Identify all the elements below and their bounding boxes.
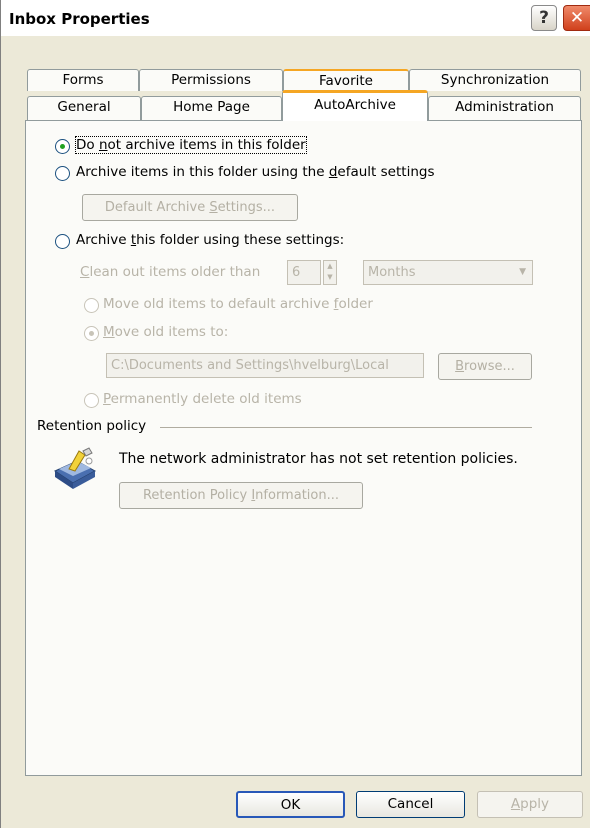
apply-button[interactable]: Apply bbox=[477, 791, 583, 818]
chevron-down-icon: ▼ bbox=[519, 267, 526, 277]
label-default-settings[interactable]: Archive items in this folder using the d… bbox=[76, 164, 434, 180]
close-icon: ✕ bbox=[569, 8, 585, 28]
radio-no-archive[interactable] bbox=[55, 139, 70, 154]
label-custom-settings[interactable]: Archive this folder using these settings… bbox=[76, 232, 344, 248]
tab-favorite[interactable]: Favorite bbox=[283, 69, 409, 91]
label-move-default-folder: Move old items to default archive folder bbox=[103, 296, 373, 312]
archive-path-input[interactable]: C:\Documents and Settings\hvelburg\Local bbox=[106, 353, 424, 378]
close-button[interactable]: ✕ bbox=[563, 5, 590, 31]
radio-default-settings[interactable] bbox=[55, 166, 70, 181]
clean-out-age-input[interactable]: 6 bbox=[287, 260, 321, 285]
clean-out-unit-select[interactable]: Months ▼ bbox=[363, 260, 533, 285]
retention-policy-information-button[interactable]: Retention Policy Information... bbox=[119, 482, 363, 509]
tab-permissions[interactable]: Permissions bbox=[139, 69, 283, 91]
cancel-button[interactable]: Cancel bbox=[356, 791, 465, 818]
label-no-archive[interactable]: Do not archive items in this folder bbox=[75, 136, 307, 154]
retention-group-label: Retention policy bbox=[37, 418, 147, 434]
browse-button[interactable]: Browse... bbox=[438, 353, 532, 380]
retention-policy-icon bbox=[49, 447, 101, 491]
tab-administration[interactable]: Administration bbox=[428, 96, 581, 121]
inbox-properties-dialog: Inbox Properties ? ✕ Forms Permissions F… bbox=[0, 0, 590, 828]
title-bar[interactable]: Inbox Properties ? ✕ bbox=[1, 0, 590, 36]
label-delete-permanently: Permanently delete old items bbox=[103, 391, 302, 407]
retention-divider bbox=[160, 427, 532, 428]
help-button[interactable]: ? bbox=[531, 5, 557, 31]
tab-autoarchive[interactable]: AutoArchive bbox=[282, 90, 428, 121]
tab-synchronization[interactable]: Synchronization bbox=[409, 69, 581, 91]
label-clean-out: Clean out items older than bbox=[80, 264, 261, 280]
autoarchive-panel: Do not archive items in this folder Arch… bbox=[25, 120, 582, 776]
age-spinner[interactable]: ▲ ▼ bbox=[323, 260, 337, 285]
retention-message: The network administrator has not set re… bbox=[119, 451, 518, 467]
spin-down-icon: ▼ bbox=[327, 273, 333, 281]
question-icon: ? bbox=[539, 8, 549, 28]
default-archive-settings-button[interactable]: Default Archive Settings... bbox=[82, 194, 298, 221]
label-move-to: Move old items to: bbox=[103, 324, 229, 340]
tab-general[interactable]: General bbox=[27, 96, 141, 121]
radio-custom-settings[interactable] bbox=[55, 234, 70, 249]
radio-move-default-folder[interactable] bbox=[84, 298, 99, 313]
radio-move-to[interactable] bbox=[84, 326, 99, 341]
tab-home-page[interactable]: Home Page bbox=[141, 96, 282, 121]
ok-button[interactable]: OK bbox=[236, 791, 345, 818]
radio-delete-permanently[interactable] bbox=[84, 393, 99, 408]
window-title: Inbox Properties bbox=[9, 10, 150, 28]
spin-up-icon: ▲ bbox=[327, 262, 333, 270]
tab-forms[interactable]: Forms bbox=[27, 69, 139, 91]
